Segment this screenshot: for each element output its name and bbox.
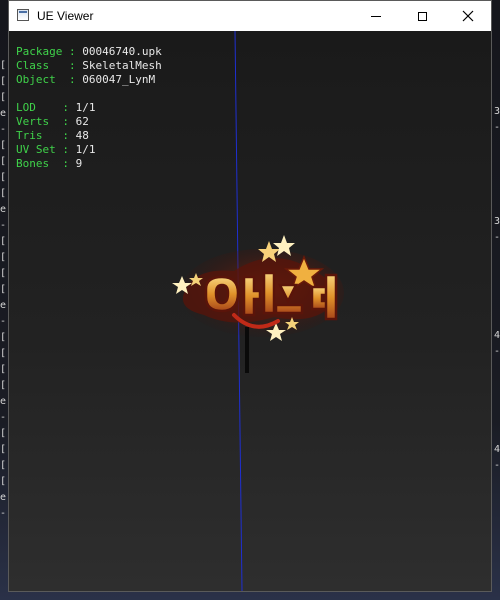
- info-row-object: Object : 060047_LynM: [16, 73, 156, 86]
- info-row-bones: Bones : 9: [16, 157, 83, 170]
- 3d-viewport[interactable]: Package : 00046740.upk Class : SkeletalM…: [9, 31, 491, 591]
- info-value-verts: 62: [75, 115, 89, 128]
- info-value-package: 00046740.upk: [82, 45, 162, 58]
- mesh-stem: [245, 341, 249, 373]
- info-row-uvset: UV Set : 1/1: [16, 143, 96, 156]
- close-icon: [462, 10, 474, 22]
- ue-viewer-app-icon: [17, 9, 29, 21]
- info-row-tris: Tris : 48: [16, 129, 89, 142]
- minimize-icon: [371, 15, 381, 17]
- close-button[interactable]: [445, 1, 491, 31]
- korean-title-logo-mesh: [172, 235, 344, 341]
- info-value-object: 060047_LynM: [82, 73, 156, 86]
- info-value-uvset: 1/1: [75, 143, 96, 156]
- info-value-tris: 48: [75, 129, 89, 142]
- minimize-button[interactable]: [353, 1, 399, 31]
- maximize-button[interactable]: [399, 1, 445, 31]
- background-console-left: [ [ [ e - [ [ [ [ e - [ [ [ [ e - [ [ [ …: [0, 60, 7, 519]
- background-console-right: 3 - 3 - 4 - 4 -: [494, 106, 500, 471]
- info-key-verts: Verts: [16, 115, 50, 128]
- info-key-lod: LOD: [16, 101, 36, 114]
- info-value-bones: 9: [75, 157, 83, 170]
- info-key-tris: Tris: [16, 129, 43, 142]
- info-key-uvset: UV Set: [16, 143, 56, 156]
- title-bar[interactable]: UE Viewer: [9, 1, 491, 31]
- window-title: UE Viewer: [37, 9, 94, 23]
- info-row-package: Package : 00046740.upk: [16, 45, 162, 58]
- info-row-verts: Verts : 62: [16, 115, 89, 128]
- ue-viewer-window[interactable]: UE Viewer Package : 00046740.upk Class :: [8, 0, 492, 592]
- info-row-lod: LOD : 1/1: [16, 101, 96, 114]
- info-row-class: Class : SkeletalMesh: [16, 59, 162, 72]
- info-key-object: Object: [16, 73, 56, 86]
- info-value-class: SkeletalMesh: [82, 59, 162, 72]
- maximize-icon: [417, 11, 427, 21]
- info-key-bones: Bones: [16, 157, 50, 170]
- desktop-background: [ [ [ e - [ [ [ [ e - [ [ [ [ e - [ [ [ …: [0, 0, 500, 600]
- mesh-info-panel: Package : 00046740.upk Class : SkeletalM…: [16, 45, 162, 171]
- info-value-lod: 1/1: [75, 101, 96, 114]
- info-key-package: Package: [16, 45, 63, 58]
- info-key-class: Class: [16, 59, 50, 72]
